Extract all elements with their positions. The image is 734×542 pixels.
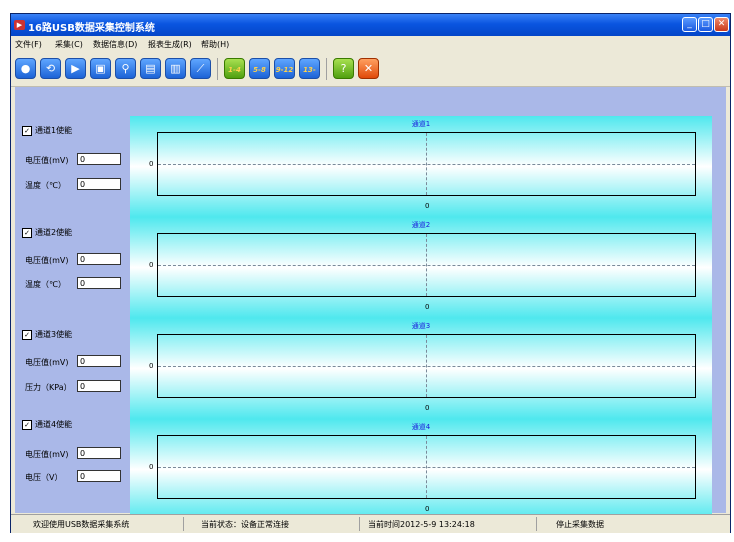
chart-4-y-tick: 0 [149, 463, 154, 471]
channel-1-enable-checkbox[interactable]: ✓ [22, 126, 32, 136]
refresh-icon[interactable]: ⟲ [40, 58, 61, 79]
toolbar-separator [217, 58, 218, 80]
channel-2-voltage-label: 电压值(mV) [25, 256, 69, 265]
chart-3-y-tick: 0 [149, 362, 154, 370]
channel-1-4-label: 1-4 [228, 66, 241, 74]
menu-data-info[interactable]: 数据信息(D) [93, 39, 137, 50]
channel-4-enable-checkbox[interactable]: ✓ [22, 420, 32, 430]
menu-file[interactable]: 文件(F) [15, 39, 42, 50]
channel-2-temp-label: 温度（℃） [25, 280, 66, 289]
chart-4-vgrid [426, 436, 427, 498]
channel-2-enable-label: 通道2使能 [35, 228, 73, 237]
channel-4-volt-field[interactable]: 0 [77, 470, 121, 482]
status-separator [183, 517, 184, 531]
help-icon[interactable]: ? [333, 58, 354, 79]
menu-bar: 文件(F) 采集(C) 数据信息(D) 报表生成(R) 帮助(H) [11, 36, 730, 52]
channel-4-voltage-field[interactable]: 0 [77, 447, 121, 459]
save-icon[interactable]: ▣ [90, 58, 111, 79]
toolbar: ● ⟲ ▶ ▣ ⚲ ▤ ▥ ⟋ 1-4 5-8 9-12 13-16 ? ✕ [11, 52, 730, 95]
plot-area: 通道1 0 0 通道2 0 0 通道3 0 0 通道4 0 0 [130, 116, 712, 521]
channel-13-16-button[interactable]: 13-16 [299, 58, 320, 95]
chart-3-vgrid [426, 335, 427, 397]
menu-collect[interactable]: 采集(C) [55, 39, 83, 50]
chart-2-plot[interactable] [157, 233, 696, 297]
status-separator [359, 517, 360, 531]
chart-1-plot[interactable] [157, 132, 696, 196]
channel-9-12-label: 9-12 [275, 66, 294, 74]
chart-1-vgrid [426, 133, 427, 195]
search-icon[interactable]: ⚲ [115, 58, 136, 79]
maximize-button[interactable]: □ [698, 17, 713, 32]
channel-3-enable-checkbox[interactable]: ✓ [22, 330, 32, 340]
channel-4-volt-label: 电压（V） [25, 473, 63, 482]
channel-3-pressure-field[interactable]: 0 [77, 380, 121, 392]
chart-3-x-tick: 0 [425, 404, 430, 412]
channel-3-voltage-field[interactable]: 0 [77, 355, 121, 367]
trend-icon[interactable]: ⟋ [190, 58, 211, 79]
chart-3-plot[interactable] [157, 334, 696, 398]
status-bar: 欢迎使用USB数据采集系统 当前状态：设备正常连接 当前时间2012-5-9 1… [11, 514, 730, 533]
chart-panel-4: 通道4 0 0 [130, 419, 712, 520]
menu-report[interactable]: 报表生成(R) [148, 39, 192, 50]
channel-2-temp-field[interactable]: 0 [77, 277, 121, 289]
chart-1-x-tick: 0 [425, 202, 430, 210]
channel-3-pressure-label: 压力（KPa） [25, 383, 72, 392]
channel-4-voltage-label: 电压值(mV) [25, 450, 69, 459]
chart-panel-1: 通道1 0 0 [130, 116, 712, 217]
channel-5-8-button[interactable]: 5-8 [249, 58, 270, 79]
status-state: 当前状态：设备正常连接 [201, 520, 289, 529]
channel-1-temp-field[interactable]: 0 [77, 178, 121, 190]
status-time: 当前时间2012-5-9 13:24:18 [368, 520, 475, 529]
channel-3-voltage-label: 电压值(mV) [25, 358, 69, 367]
channel-2-voltage-field[interactable]: 0 [77, 253, 121, 265]
exit-icon[interactable]: ✕ [358, 58, 379, 79]
close-button[interactable]: ✕ [714, 17, 729, 32]
minimize-button[interactable]: _ [682, 17, 697, 32]
chart-4-x-tick: 0 [425, 505, 430, 513]
channel-1-temp-label: 温度（℃） [25, 181, 66, 190]
window-title: 16路USB数据采集控制系统 [28, 23, 155, 34]
status-separator [536, 517, 537, 531]
client-area: ✓ 通道1使能 电压值(mV) 0 温度（℃） 0 ✓ 通道2使能 电压值(mV… [15, 87, 726, 520]
main-window: ▶ 16路USB数据采集控制系统 _ □ ✕ 文件(F) 采集(C) 数据信息(… [10, 13, 731, 533]
title-bar[interactable]: ▶ 16路USB数据采集控制系统 _ □ ✕ [11, 14, 730, 36]
chart-2-x-tick: 0 [425, 303, 430, 311]
menu-help[interactable]: 帮助(H) [201, 39, 229, 50]
toolbar-separator [326, 58, 327, 80]
chart-2-title: 通道2 [411, 221, 431, 229]
channel-1-voltage-label: 电压值(mV) [25, 156, 69, 165]
channel-4-enable-label: 通道4使能 [35, 420, 73, 429]
channel-5-8-label: 5-8 [253, 66, 266, 74]
chart-1-y-tick: 0 [149, 160, 154, 168]
chart-panel-3: 通道3 0 0 [130, 318, 712, 419]
app-icon: ▶ [14, 20, 25, 30]
channel-2-enable-checkbox[interactable]: ✓ [22, 228, 32, 238]
chart-4-title: 通道4 [411, 423, 431, 431]
user-icon[interactable]: ● [15, 58, 36, 79]
chart-2-vgrid [426, 234, 427, 296]
chart-2-y-tick: 0 [149, 261, 154, 269]
channel-settings-panel: ✓ 通道1使能 电压值(mV) 0 温度（℃） 0 ✓ 通道2使能 电压值(mV… [15, 87, 128, 513]
channel-1-enable-label: 通道1使能 [35, 126, 73, 135]
chart-icon[interactable]: ▤ [140, 58, 161, 79]
chart-3-title: 通道3 [411, 322, 431, 330]
chart-1-title: 通道1 [411, 120, 431, 128]
trash-icon[interactable]: ▥ [165, 58, 186, 79]
play-icon[interactable]: ▶ [65, 58, 86, 79]
channel-1-4-button[interactable]: 1-4 [224, 58, 245, 79]
status-welcome: 欢迎使用USB数据采集系统 [33, 520, 130, 529]
channel-1-voltage-field[interactable]: 0 [77, 153, 121, 165]
chart-panel-2: 通道2 0 0 [130, 217, 712, 318]
channel-9-12-button[interactable]: 9-12 [274, 58, 295, 79]
status-action: 停止采集数据 [556, 520, 604, 529]
channel-3-enable-label: 通道3使能 [35, 330, 73, 339]
chart-4-plot[interactable] [157, 435, 696, 499]
